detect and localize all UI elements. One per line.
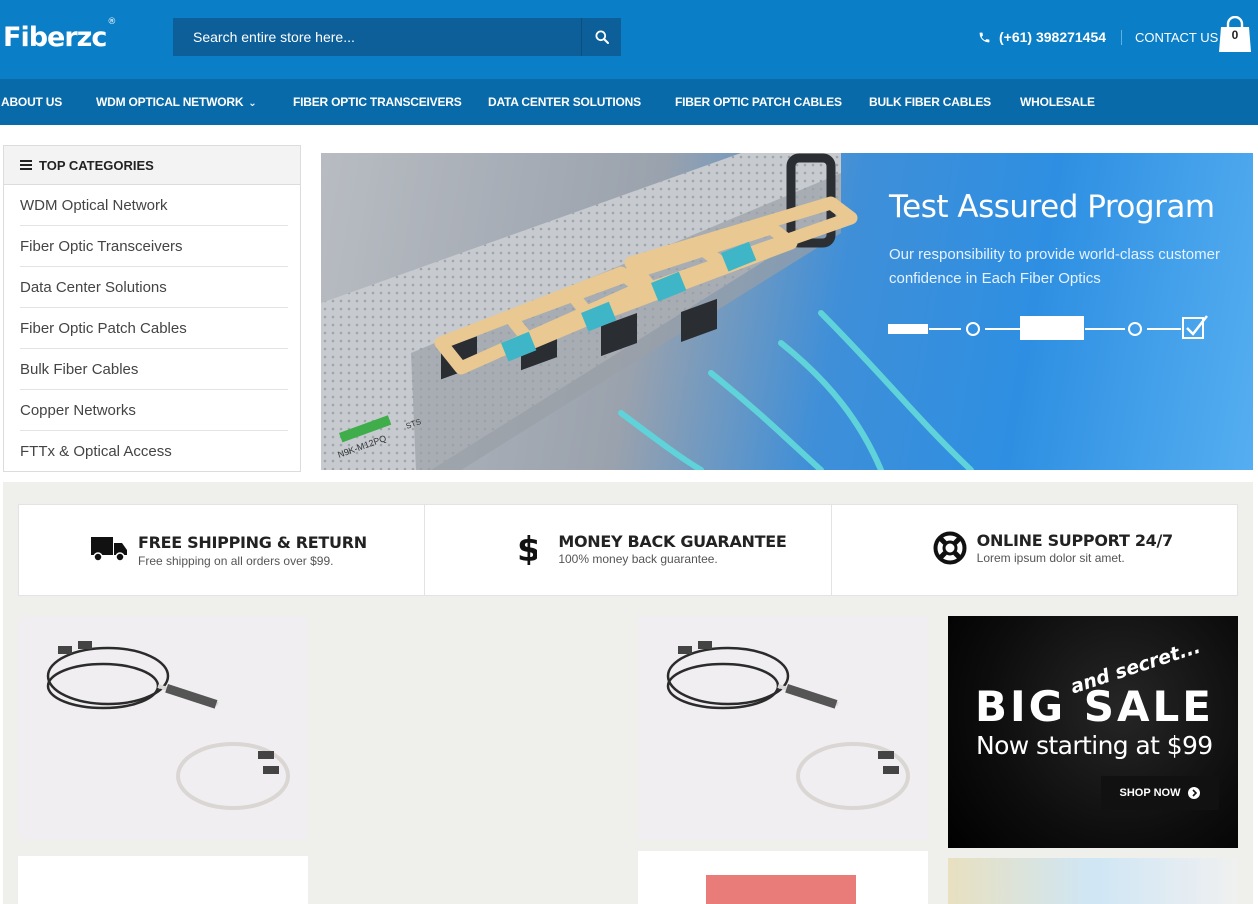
category-item[interactable]: Fiber Optic Transceivers: [20, 226, 288, 267]
chevron-down-icon: ⌄: [248, 98, 257, 109]
product-card[interactable]: [18, 856, 308, 904]
phone-text: (+61) 398271454: [999, 29, 1107, 45]
banner-title: Test Assured Program: [889, 189, 1215, 225]
feature-desc: Lorem ipsum dolor sit amet.: [976, 551, 1125, 565]
category-item[interactable]: WDM Optical Network: [20, 185, 288, 226]
process-diagram: [888, 315, 1208, 340]
nav-fiber-optic-patch-cables[interactable]: FIBER OPTIC PATCH CABLES: [675, 95, 842, 109]
main-nav: ABOUT US WDM OPTICAL NETWORK ⌄ FIBER OPTI…: [0, 79, 1258, 125]
sale-banner[interactable]: and secret... BIG SALE Now starting at $…: [948, 616, 1238, 848]
hero-banner[interactable]: N9K-M12PQ STS Test Assured Program Our r…: [321, 153, 1253, 470]
promo-card[interactable]: [948, 858, 1238, 904]
fiber-coupler-image: [666, 641, 910, 810]
header-bar: Fiberzc® (+61) 398271454 CONTACT US 0: [0, 0, 1258, 79]
lifebuoy-icon: [933, 531, 967, 565]
cart-count: 0: [1231, 28, 1239, 42]
nav-bulk-fiber-cables[interactable]: BULK FIBER CABLES: [869, 95, 991, 109]
svg-text:$: $: [517, 530, 537, 565]
search-bar: [173, 18, 621, 56]
product-card[interactable]: [638, 851, 928, 904]
contact-us-link[interactable]: CONTACT US: [1135, 30, 1218, 45]
feature-desc: 100% money back guarantee.: [558, 552, 718, 566]
product-image[interactable]: [638, 616, 928, 840]
shop-now-button[interactable]: SHOP NOW: [1101, 776, 1219, 810]
category-item[interactable]: Bulk Fiber Cables: [20, 349, 288, 390]
category-sidebar: TOP CATEGORIES WDM Optical Network Fiber…: [3, 145, 301, 472]
sidebar-header[interactable]: TOP CATEGORIES: [4, 146, 300, 185]
feature-title: FREE SHIPPING & RETURN: [138, 533, 367, 552]
nav-data-center-solutions[interactable]: DATA CENTER SOLUTIONS: [488, 95, 641, 109]
sale-subtitle: Now starting at $99: [976, 731, 1213, 760]
feature-desc: Free shipping on all orders over $99.: [138, 554, 334, 568]
feature-support: ONLINE SUPPORT 24/7 Lorem ipsum dolor si…: [832, 505, 1237, 595]
cart-button[interactable]: 0: [1218, 15, 1252, 54]
header-divider: [1121, 30, 1122, 45]
phone-number[interactable]: (+61) 398271454: [978, 29, 1106, 45]
hamburger-icon: [20, 160, 32, 170]
fiber-coupler-image: [46, 641, 290, 810]
feature-title: MONEY BACK GUARANTEE: [558, 532, 787, 551]
search-icon: [595, 30, 609, 44]
product-thumbnail: [706, 875, 856, 904]
category-list: WDM Optical Network Fiber Optic Transcei…: [4, 185, 300, 472]
nav-about-us[interactable]: ABOUT US: [1, 95, 62, 109]
product-image[interactable]: [18, 616, 308, 840]
category-item[interactable]: Copper Networks: [20, 390, 288, 431]
nav-fiber-optic-transceivers[interactable]: FIBER OPTIC TRANSCEIVERS: [293, 95, 462, 109]
nav-wholesale[interactable]: WHOLESALE: [1020, 95, 1095, 109]
search-input[interactable]: [173, 18, 581, 56]
sidebar-title: TOP CATEGORIES: [39, 157, 154, 173]
phone-icon: [979, 32, 990, 42]
search-button[interactable]: [581, 18, 621, 56]
category-item[interactable]: Data Center Solutions: [20, 267, 288, 308]
sale-title: BIG SALE: [975, 682, 1214, 731]
truck-icon: [91, 537, 127, 562]
nav-wdm-optical-network[interactable]: WDM OPTICAL NETWORK ⌄: [96, 95, 257, 109]
logo[interactable]: Fiberzc®: [3, 17, 116, 53]
dollar-icon: $: [517, 530, 537, 565]
feature-shipping: FREE SHIPPING & RETURN Free shipping on …: [19, 505, 426, 595]
features-bar: FREE SHIPPING & RETURN Free shipping on …: [18, 504, 1238, 596]
banner-subtitle: Our responsibility to provide world-clas…: [889, 246, 1220, 287]
category-item[interactable]: FTTx & Optical Access: [20, 431, 288, 472]
shop-now-label: SHOP NOW: [1119, 787, 1181, 799]
feature-title: ONLINE SUPPORT 24/7: [976, 531, 1174, 550]
category-item[interactable]: Fiber Optic Patch Cables: [20, 308, 288, 349]
arrow-circle-icon: [1188, 787, 1201, 799]
feature-money-back: $ MONEY BACK GUARANTEE 100% money back g…: [425, 505, 832, 595]
